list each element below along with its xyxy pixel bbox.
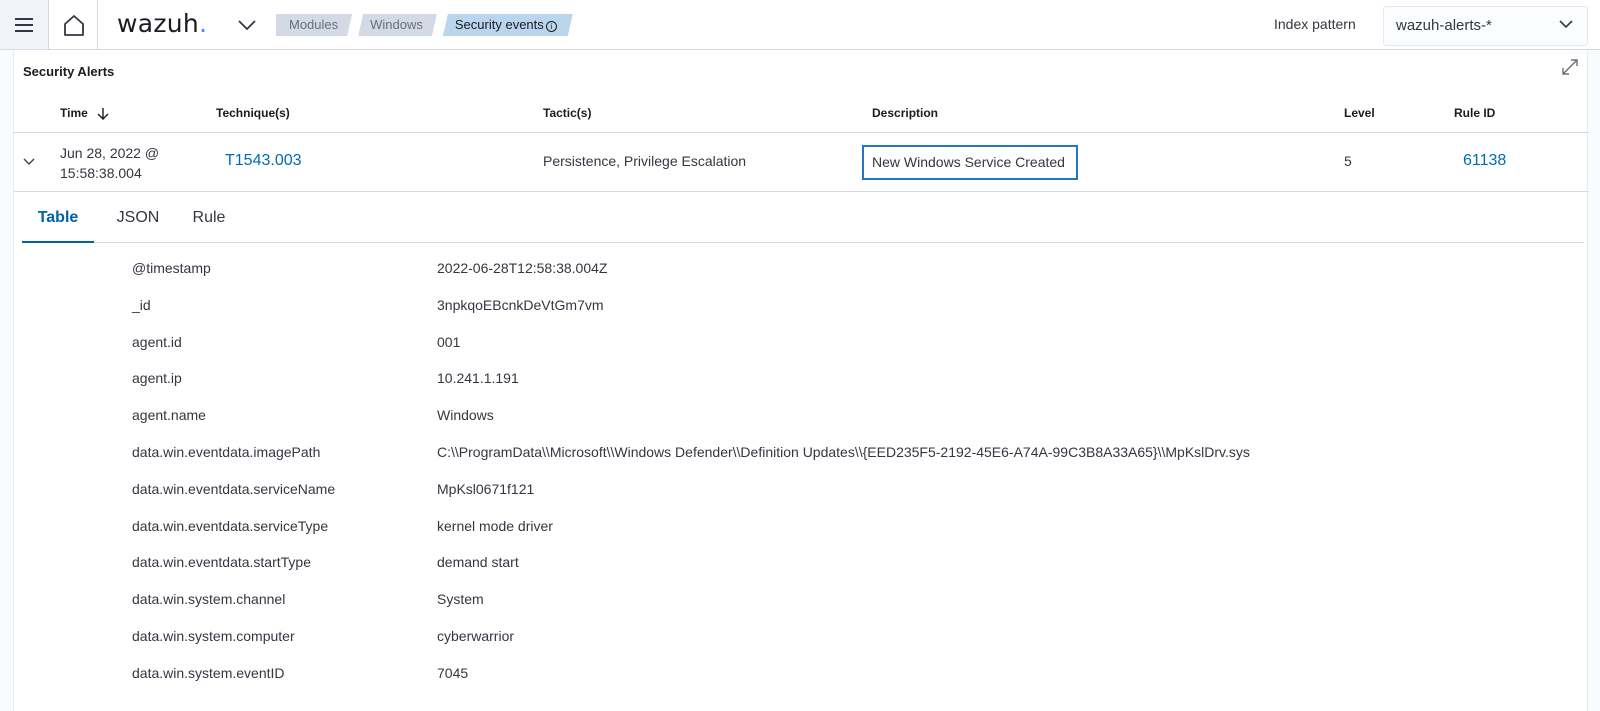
home-button[interactable] [50,0,98,49]
detail-tabs: Table JSON Rule [22,193,1584,243]
detail-value: System [437,591,484,608]
detail-row: data.win.eventdata.imagePath C:\\ProgramD… [14,444,1589,481]
detail-key: _id [132,296,151,313]
logo-dot: . [199,9,208,38]
sort-descending-icon[interactable] [97,107,109,120]
chevron-down-icon[interactable] [22,155,36,169]
info-icon[interactable]: i [546,21,557,32]
column-label: Time [60,106,88,120]
detail-value: MpKsl0671f121 [437,480,535,497]
detail-value: C:\\ProgramData\\Microsoft\\Windows Defe… [437,443,1250,460]
detail-row: _id 3npkqoEBcnkDeVtGm7vm [14,297,1589,334]
home-icon [63,14,84,36]
chevron-down-icon [1559,20,1573,29]
column-header-rule-id[interactable]: Rule ID [1454,106,1495,120]
table-row[interactable]: Jun 28, 2022 @ 15:58:38.004 T1543.003 Pe… [14,133,1589,192]
detail-key: data.win.eventdata.serviceType [132,517,329,534]
expand-icon[interactable] [1561,58,1579,76]
detail-key: data.win.system.computer [132,627,295,644]
detail-row: data.win.eventdata.serviceName MpKsl0671f… [14,481,1589,518]
breadcrumb-security-events: Security events i [443,14,573,36]
technique-link[interactable]: T1543.003 [225,152,302,170]
detail-row: agent.ip 10.241.1.191 [14,370,1589,407]
detail-key: data.win.system.eventID [132,664,285,681]
alert-time: Jun 28, 2022 @ 15:58:38.004 [60,143,170,183]
alert-clock-time: 15:58:38.004 [60,165,142,181]
detail-key: data.win.system.channel [132,591,286,608]
column-header-level[interactable]: Level [1344,106,1375,120]
detail-value: 3npkqoEBcnkDeVtGm7vm [437,296,604,313]
detail-value: 2022-06-28T12:58:38.004Z [437,260,608,276]
column-header-time[interactable]: Time [60,106,109,120]
detail-value: Windows [437,407,494,424]
breadcrumb-modules[interactable]: Modules [276,14,352,36]
detail-row: data.win.system.computer cyberwarrior [14,628,1589,665]
detail-value: kernel mode driver [437,517,553,534]
detail-key: agent.ip [132,370,182,387]
breadcrumb-windows[interactable]: Windows [358,14,437,36]
chevron-down-icon [238,19,256,30]
tab-table[interactable]: Table [22,193,94,243]
security-alerts-panel: Security Alerts Time Technique(s) Tactic… [13,50,1589,711]
detail-row: agent.id 001 [14,334,1589,371]
detail-value: cyberwarrior [437,627,515,644]
breadcrumb-label: Modules [289,17,339,32]
detail-key: data.win.eventdata.serviceName [132,480,336,497]
alerts-table-header: Time Technique(s) Tactic(s) Description … [14,93,1589,133]
detail-row: @timestamp 2022-06-28T12:58:38.004Z [14,260,1589,297]
alert-level: 5 [1344,153,1352,169]
alert-details-table: @timestamp 2022-06-28T12:58:38.004Z _id 3n… [14,260,1589,702]
detail-value: 10.241.1.191 [437,370,519,387]
index-pattern-value: wazuh-alerts-* [1396,17,1492,34]
rule-id-link[interactable]: 61138 [1463,152,1506,170]
detail-value: demand start [437,554,519,571]
breadcrumb: Modules Windows Security events i [276,14,579,36]
detail-key: agent.name [132,407,206,424]
detail-key: data.win.eventdata.imagePath [132,443,321,460]
menu-button[interactable] [0,0,49,49]
index-pattern-label: Index pattern [1274,16,1356,32]
app-switcher-chevron[interactable] [236,15,258,35]
index-pattern-select[interactable]: wazuh-alerts-* [1383,6,1588,46]
wazuh-logo[interactable]: wazuh. [117,6,207,42]
alert-description: New Windows Service Created [862,145,1078,180]
tab-rule[interactable]: Rule [184,193,234,243]
logo-text: wazuh [117,9,200,38]
detail-row: data.win.eventdata.serviceType kernel mod… [14,518,1589,555]
menu-icon [15,17,33,32]
column-header-tactics[interactable]: Tactic(s) [543,106,591,120]
breadcrumb-label: Security events [454,17,544,32]
detail-row: agent.name Windows [14,407,1589,444]
detail-row: data.win.system.channel System [14,591,1589,628]
detail-row: data.win.eventdata.startType demand start [14,554,1589,591]
detail-key: @timestamp [132,260,211,276]
detail-value: 001 [437,333,461,350]
alert-tactics: Persistence, Privilege Escalation [543,153,747,169]
panel-title: Security Alerts [23,64,115,79]
detail-row: data.win.system.eventID 7045 [14,665,1589,702]
top-navigation-bar: wazuh. Modules Windows Security events i … [0,0,1600,50]
detail-key: agent.id [132,333,182,350]
alert-date: Jun 28, 2022 @ [60,145,160,161]
tab-json[interactable]: JSON [109,193,167,243]
detail-key: data.win.eventdata.startType [132,554,311,571]
column-header-description[interactable]: Description [872,106,938,120]
breadcrumb-label: Windows [370,17,423,32]
detail-value: 7045 [437,664,469,681]
column-header-techniques[interactable]: Technique(s) [216,106,290,120]
